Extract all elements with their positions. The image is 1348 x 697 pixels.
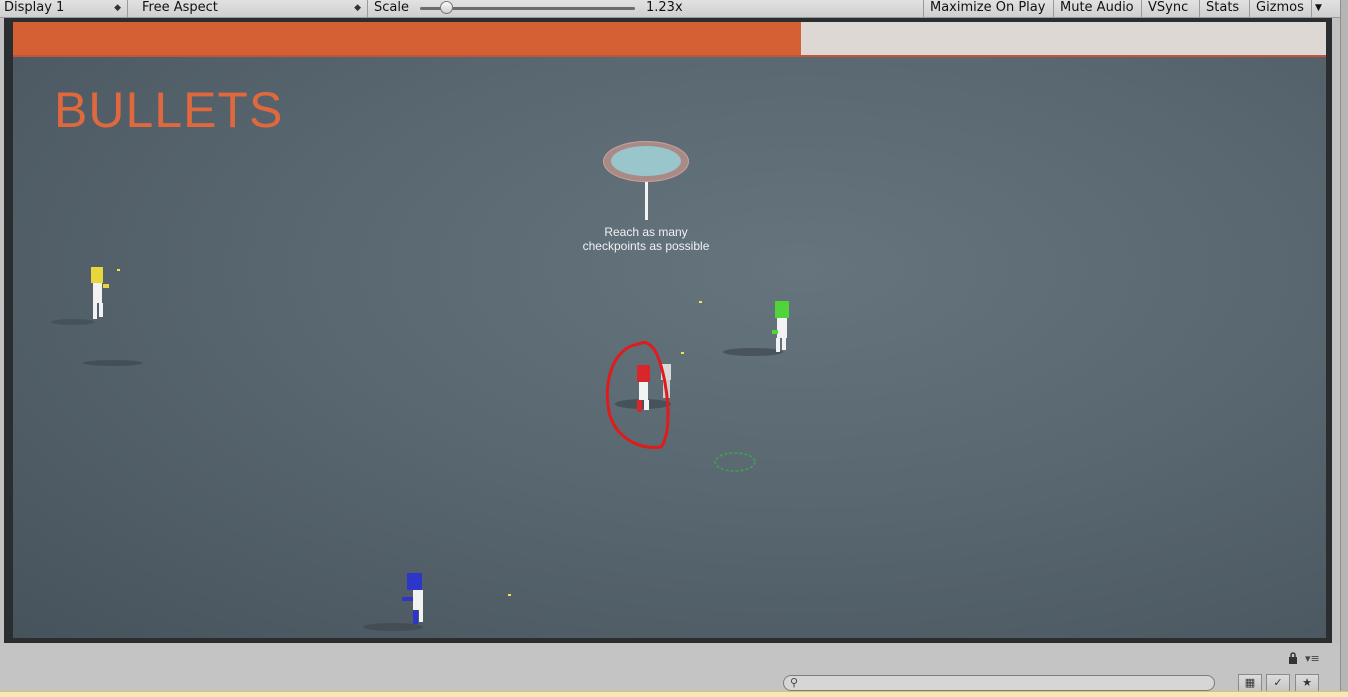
updown-arrow-icon: ◆: [354, 3, 361, 13]
scene-characters: [51, 267, 789, 631]
green-player: [723, 301, 789, 356]
yellow-player: [51, 267, 143, 366]
display-dropdown-label: Display 1: [4, 0, 65, 15]
search-icon: ⚲: [790, 676, 799, 689]
layers-icon[interactable]: ▦: [1238, 674, 1262, 692]
highlight-annotation: [605, 341, 670, 449]
gizmos-button[interactable]: Gizmos: [1249, 0, 1311, 17]
star-icon[interactable]: ★: [1295, 674, 1319, 692]
aspect-dropdown[interactable]: Free Aspect ◆: [135, 0, 368, 17]
lock-icon[interactable]: [1288, 652, 1298, 664]
bullets: [117, 269, 702, 596]
stats-button[interactable]: Stats: [1199, 0, 1245, 17]
display-dropdown[interactable]: Display 1 ◆: [0, 0, 128, 17]
game-view-toolbar: Display 1 ◆ Free Aspect ◆ Scale 1.23x Ma…: [0, 0, 1340, 18]
menu-icon[interactable]: ▾≡: [1305, 652, 1320, 665]
maximize-on-play-button[interactable]: Maximize On Play: [923, 0, 1051, 17]
status-bar: [0, 691, 1348, 697]
spawn-ring: [714, 452, 756, 472]
scale-label: Scale: [374, 0, 409, 15]
inspector-edge: [1340, 0, 1348, 697]
game-viewport[interactable]: BULLETS Reach as many checkpoints as pos…: [13, 22, 1326, 638]
mute-audio-button[interactable]: Mute Audio: [1053, 0, 1140, 17]
game-view-frame: BULLETS Reach as many checkpoints as pos…: [4, 18, 1332, 643]
vsync-button[interactable]: VSync: [1141, 0, 1194, 17]
tag-icon[interactable]: ✓: [1266, 674, 1290, 692]
bottom-panel: [0, 643, 1340, 671]
search-input[interactable]: [783, 675, 1215, 691]
scale-value: 1.23x: [646, 0, 683, 15]
aspect-dropdown-label: Free Aspect: [142, 0, 218, 15]
chevron-down-icon[interactable]: ▼: [1311, 0, 1329, 17]
updown-arrow-icon: ◆: [114, 3, 121, 13]
blue-player: [363, 573, 423, 631]
scale-slider-handle[interactable]: [440, 1, 453, 14]
